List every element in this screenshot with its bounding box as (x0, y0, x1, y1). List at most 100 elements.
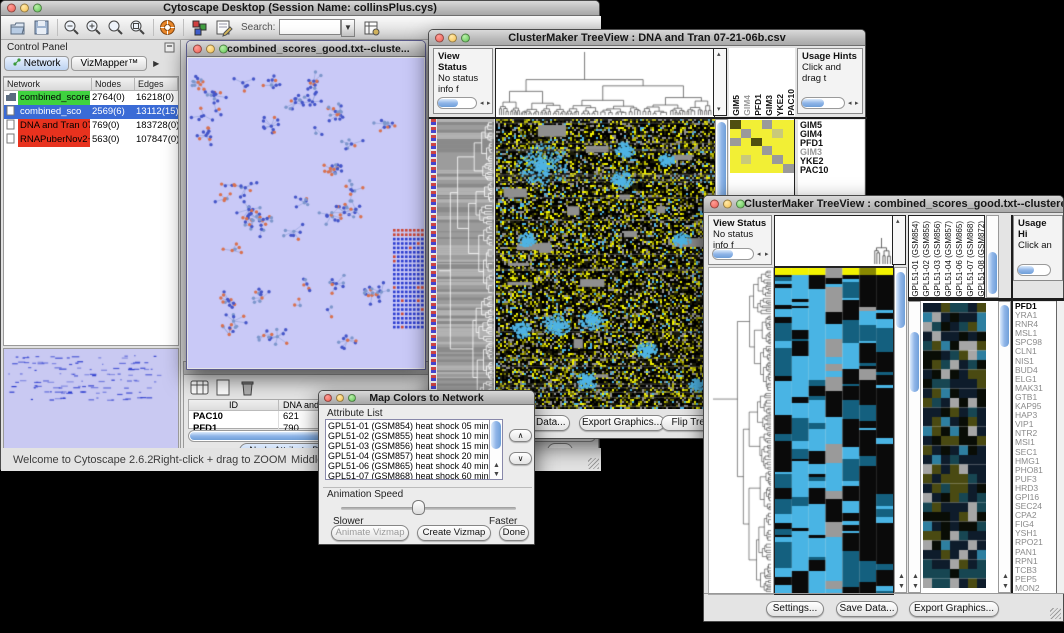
tv2-col-scroll-strip[interactable]: ▴ (892, 215, 906, 265)
tv2-zoom-heatmap-canvas[interactable] (923, 303, 986, 588)
minimize-icon[interactable] (448, 33, 457, 42)
vizmapper-icon[interactable] (191, 19, 209, 37)
window-controls[interactable] (7, 4, 42, 13)
attribute-list-item[interactable]: GPL51-03 (GSM856) heat shock 15 min (328, 441, 500, 451)
matrix-cell[interactable] (730, 164, 741, 173)
save-data--button[interactable]: Save Data... (836, 601, 898, 617)
attribute-list-vscrollbar[interactable]: ▲▼ (489, 420, 502, 479)
matrix-cell[interactable] (762, 155, 773, 164)
col-network[interactable]: Network (4, 77, 92, 91)
col-nodes[interactable]: Nodes (92, 77, 135, 91)
column-label[interactable]: GPL51-08 (GSM872) (977, 221, 985, 297)
matrix-cell[interactable] (783, 146, 794, 155)
export-graphics--button[interactable]: Export Graphics... (909, 601, 999, 617)
gene-label[interactable]: MON2 (1015, 584, 1056, 593)
network-row[interactable]: combined_sco2569(6)13112(15) (4, 105, 178, 119)
tv2-row-dendrogram[interactable] (708, 267, 774, 595)
speed-slider-thumb[interactable] (412, 500, 425, 515)
column-label[interactable]: GIM3 (764, 95, 774, 116)
matrix-cell[interactable] (783, 120, 794, 129)
treeview1-titlebar[interactable]: ClusterMaker TreeView : DNA and Tran 07-… (429, 30, 865, 46)
tv2-hints-hscrollbar[interactable] (1017, 264, 1051, 276)
matrix-cell[interactable] (772, 138, 783, 147)
network-graph-canvas[interactable] (188, 58, 424, 368)
minimize-icon[interactable] (206, 44, 215, 53)
matrix-cell[interactable] (741, 146, 752, 155)
close-icon[interactable] (435, 33, 444, 42)
column-label[interactable]: GPL51-01 (GSM854) (911, 221, 921, 297)
zoom-out-icon[interactable] (63, 19, 81, 37)
birdseye-view-canvas[interactable] (4, 349, 178, 453)
matrix-cell[interactable] (741, 155, 752, 164)
delete-attribute-icon[interactable] (238, 379, 258, 397)
matrix-cell[interactable] (772, 129, 783, 138)
matrix-cell[interactable] (783, 129, 794, 138)
matrix-cell[interactable] (741, 164, 752, 173)
zoom-selected-icon[interactable] (129, 19, 147, 37)
matrix-cell[interactable] (741, 138, 752, 147)
dialog-titlebar[interactable]: Map Colors to Network (319, 391, 534, 405)
matrix-cell[interactable] (751, 146, 762, 155)
matrix-cell[interactable] (751, 155, 762, 164)
new-attribute-icon[interactable] (214, 379, 234, 397)
tv1-status-hscrollbar[interactable] (437, 97, 477, 109)
search-input[interactable] (279, 19, 341, 35)
tv2-heatmap-vscrollbar[interactable]: ▲▼ (894, 267, 907, 593)
done-button[interactable]: Done (499, 525, 529, 541)
tv1-col-scroll-strip[interactable]: ▴▾ (713, 48, 727, 116)
tv1-zoom-matrix[interactable] (730, 120, 794, 173)
matrix-cell[interactable] (772, 146, 783, 155)
zoom-window-icon[interactable] (348, 394, 356, 402)
tv1-row-dendrogram[interactable] (437, 119, 494, 409)
column-label[interactable]: GIM4 (742, 95, 752, 116)
tv1-column-dendrogram[interactable] (495, 48, 715, 118)
speed-slider-track[interactable] (341, 507, 516, 510)
column-label[interactable]: YKE2 (775, 94, 785, 116)
minimize-icon[interactable] (336, 394, 344, 402)
tabs-overflow-arrow[interactable]: ▶ (153, 59, 159, 68)
matrix-cell[interactable] (730, 138, 741, 147)
attribute-select-icon[interactable] (190, 379, 210, 397)
tv2-zoom-left-vscrollbar[interactable]: ▲▼ (908, 301, 921, 593)
resize-grip[interactable] (1050, 608, 1061, 619)
zoom-in-icon[interactable] (85, 19, 103, 37)
tv2-collabel-vscrollbar[interactable] (986, 215, 999, 298)
col-edges[interactable]: Edges (135, 77, 178, 91)
treeview2-titlebar[interactable]: ClusterMaker TreeView : combined_scores_… (704, 196, 1063, 213)
tv2-heatmap-canvas[interactable] (774, 267, 894, 595)
float-panel-icon[interactable] (164, 42, 175, 53)
tv2-column-dendrogram[interactable] (774, 215, 894, 267)
open-file-icon[interactable] (9, 19, 27, 37)
zoom-window-icon[interactable] (33, 4, 42, 13)
matrix-cell[interactable] (783, 138, 794, 147)
network-row[interactable]: RNAPuberNov2+563(0)107847(0) (4, 133, 178, 147)
matrix-cell[interactable] (762, 146, 773, 155)
column-label[interactable]: GPL51-03 (GSM856) (933, 221, 943, 297)
attribute-list-item[interactable]: GPL51-01 (GSM854) heat shock 05 min (328, 421, 500, 431)
close-icon[interactable] (193, 44, 202, 53)
column-label[interactable]: GPL51-06 (GSM865) (955, 221, 965, 297)
matrix-cell[interactable] (730, 155, 741, 164)
move-up-button[interactable]: ∧ (509, 429, 532, 442)
attribute-list-item[interactable]: GPL51-04 (GSM857) heat shock 20 min (328, 451, 500, 461)
help-lifebuoy-icon[interactable] (159, 19, 177, 37)
matrix-cell[interactable] (751, 138, 762, 147)
row-label[interactable]: PAC10 (800, 166, 862, 175)
animate-vizmap-button[interactable]: Animate Vizmap (331, 525, 409, 541)
tv1-heatmap-canvas[interactable] (495, 119, 715, 409)
settings--button[interactable]: Settings... (766, 601, 824, 617)
zoom-window-icon[interactable] (461, 33, 470, 42)
matrix-cell[interactable] (762, 129, 773, 138)
matrix-cell[interactable] (741, 120, 752, 129)
matrix-cell[interactable] (751, 164, 762, 173)
network-row[interactable]: combined_scores2764(0)16218(0) (4, 91, 178, 105)
tv2-genelist-vscrollbar[interactable]: ▲▼ (998, 301, 1011, 593)
annotation-icon[interactable] (215, 19, 233, 37)
export-graphics--button[interactable]: Export Graphics... (579, 415, 665, 431)
matrix-cell[interactable] (772, 120, 783, 129)
tv2-status-hscrollbar[interactable] (712, 248, 754, 260)
column-label[interactable]: GPL51-02 (GSM855) (922, 221, 932, 297)
zoom-window-icon[interactable] (219, 44, 228, 53)
attribute-listbox[interactable]: GPL51-01 (GSM854) heat shock 05 min GPL51… (325, 419, 503, 480)
tab-vizmapper[interactable]: VizMapper™ (71, 56, 147, 71)
